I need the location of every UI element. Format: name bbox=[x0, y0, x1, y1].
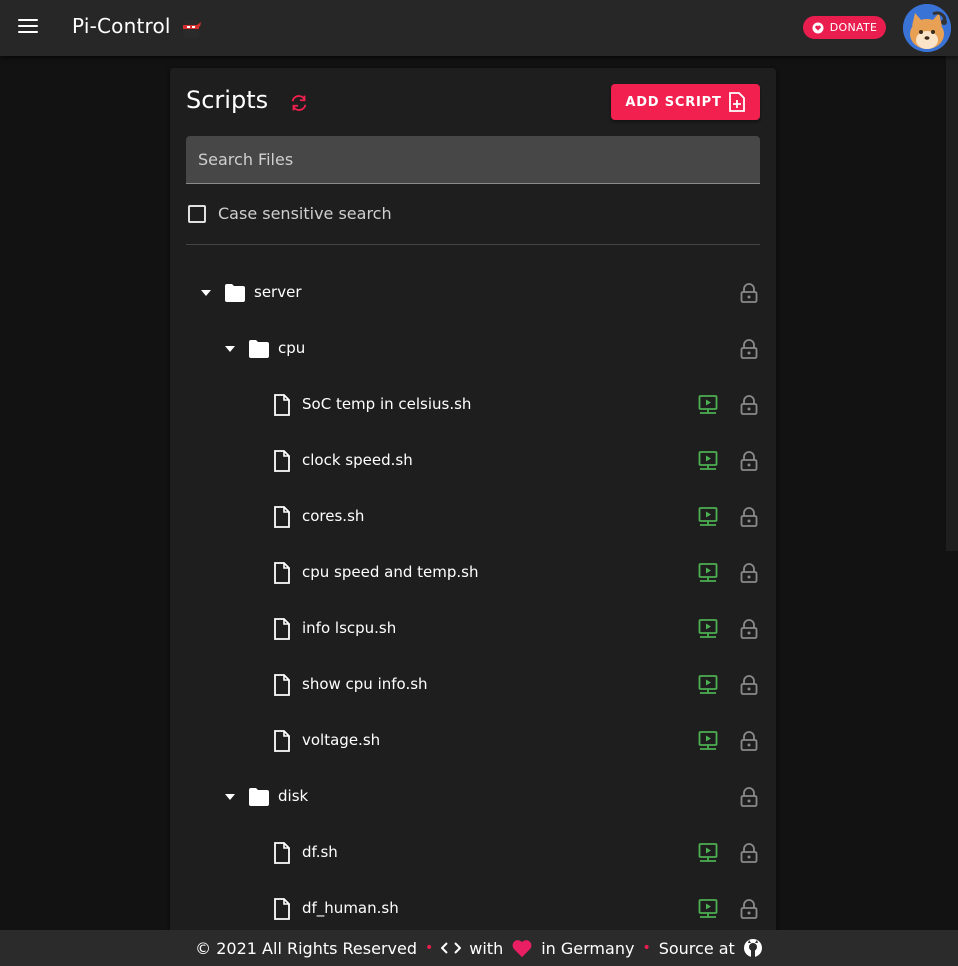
file-plus-icon bbox=[728, 92, 745, 112]
file-row[interactable]: df.sh bbox=[186, 825, 760, 881]
lock-icon[interactable] bbox=[740, 675, 758, 695]
file-icon bbox=[274, 562, 290, 584]
lock-icon[interactable] bbox=[740, 787, 758, 807]
lock-icon[interactable] bbox=[740, 283, 758, 303]
lock-icon[interactable] bbox=[740, 339, 758, 359]
file-icon bbox=[274, 674, 290, 696]
case-sensitive-label: Case sensitive search bbox=[218, 204, 392, 223]
donate-label: DONATE bbox=[829, 21, 878, 34]
file-label: clock speed.sh bbox=[302, 451, 413, 469]
folder-label: server bbox=[254, 283, 302, 301]
file-row[interactable]: clock speed.sh bbox=[186, 433, 760, 489]
case-sensitive-checkbox[interactable] bbox=[188, 204, 206, 223]
folder-icon bbox=[249, 788, 269, 806]
lock-icon[interactable] bbox=[740, 563, 758, 583]
file-row[interactable]: SoC temp in celsius.sh bbox=[186, 377, 760, 433]
lock-icon[interactable] bbox=[740, 451, 758, 471]
file-label: show cpu info.sh bbox=[302, 675, 428, 693]
file-icon bbox=[274, 618, 290, 640]
heart-icon bbox=[512, 940, 532, 958]
separator-dot: • bbox=[642, 940, 651, 956]
footer: © 2021 All Rights Reserved • with in Ger… bbox=[0, 930, 958, 966]
file-label: cpu speed and temp.sh bbox=[302, 563, 479, 581]
caret-down-icon[interactable] bbox=[225, 794, 235, 800]
folder-row[interactable]: disk bbox=[186, 769, 760, 825]
run-script-icon[interactable] bbox=[698, 843, 718, 863]
file-label: df_human.sh bbox=[302, 899, 399, 917]
folder-row[interactable]: server bbox=[186, 265, 760, 321]
copyright-text: © 2021 All Rights Reserved bbox=[195, 938, 417, 958]
avatar[interactable] bbox=[903, 4, 951, 52]
folder-icon bbox=[225, 284, 245, 302]
file-icon bbox=[274, 898, 290, 920]
divider bbox=[186, 244, 760, 245]
file-row[interactable]: info lscpu.sh bbox=[186, 601, 760, 657]
lock-icon[interactable] bbox=[740, 843, 758, 863]
add-script-button[interactable]: ADD SCRIPT bbox=[611, 84, 760, 120]
scrollbar[interactable] bbox=[946, 56, 958, 551]
separator-dot: • bbox=[425, 940, 434, 956]
ninja-logo-icon bbox=[183, 20, 201, 38]
lock-icon[interactable] bbox=[740, 619, 758, 639]
run-script-icon[interactable] bbox=[698, 675, 718, 695]
search-input[interactable] bbox=[186, 136, 760, 184]
file-label: info lscpu.sh bbox=[302, 619, 397, 637]
file-row[interactable]: show cpu info.sh bbox=[186, 657, 760, 713]
folder-label: disk bbox=[278, 787, 309, 805]
folder-icon bbox=[249, 340, 269, 358]
run-script-icon[interactable] bbox=[698, 619, 718, 639]
run-script-icon[interactable] bbox=[698, 563, 718, 583]
add-script-label: ADD SCRIPT bbox=[625, 94, 722, 110]
source-text: Source at bbox=[658, 938, 735, 958]
file-icon bbox=[274, 506, 290, 528]
file-label: SoC temp in celsius.sh bbox=[302, 395, 472, 413]
file-icon bbox=[274, 842, 290, 864]
with-text: with bbox=[469, 938, 504, 958]
github-icon[interactable] bbox=[743, 938, 763, 958]
app-title: Pi-Control bbox=[72, 14, 171, 38]
folder-label: cpu bbox=[278, 339, 306, 357]
run-script-icon[interactable] bbox=[698, 395, 718, 415]
page-title: Scripts bbox=[186, 86, 269, 114]
run-script-icon[interactable] bbox=[698, 451, 718, 471]
file-label: df.sh bbox=[302, 843, 338, 861]
scripts-card: Scripts ADD SCRIPT Case sensitive search… bbox=[170, 68, 776, 948]
code-icon bbox=[441, 942, 462, 954]
donate-button[interactable]: DONATE bbox=[803, 16, 886, 39]
run-script-icon[interactable] bbox=[698, 507, 718, 527]
heart-icon bbox=[812, 22, 824, 33]
caret-down-icon[interactable] bbox=[225, 346, 235, 352]
app-bar: Pi-Control DONATE bbox=[0, 0, 958, 56]
menu-icon[interactable] bbox=[18, 19, 38, 37]
lock-icon[interactable] bbox=[740, 507, 758, 527]
refresh-icon[interactable] bbox=[288, 92, 310, 114]
case-sensitive-toggle[interactable]: Case sensitive search bbox=[188, 204, 392, 223]
shiba-avatar-icon bbox=[903, 4, 951, 52]
file-icon bbox=[274, 730, 290, 752]
caret-down-icon[interactable] bbox=[201, 290, 211, 296]
folder-row[interactable]: cpu bbox=[186, 321, 760, 377]
file-label: cores.sh bbox=[302, 507, 365, 525]
file-label: voltage.sh bbox=[302, 731, 381, 749]
lock-icon[interactable] bbox=[740, 731, 758, 751]
file-row[interactable]: cpu speed and temp.sh bbox=[186, 545, 760, 601]
file-row[interactable]: cores.sh bbox=[186, 489, 760, 545]
file-icon bbox=[274, 394, 290, 416]
location-text: in Germany bbox=[541, 938, 635, 958]
lock-icon[interactable] bbox=[740, 395, 758, 415]
file-row[interactable]: df_human.sh bbox=[186, 881, 760, 937]
file-row[interactable]: voltage.sh bbox=[186, 713, 760, 769]
run-script-icon[interactable] bbox=[698, 899, 718, 919]
lock-icon[interactable] bbox=[740, 899, 758, 919]
run-script-icon[interactable] bbox=[698, 731, 718, 751]
file-icon bbox=[274, 450, 290, 472]
